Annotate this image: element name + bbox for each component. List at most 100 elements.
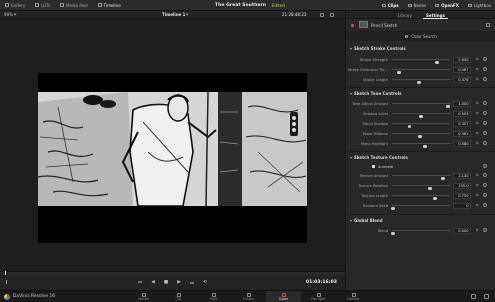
keyframe-icon[interactable] [475,203,479,207]
media-pool-button[interactable]: Media Pool [55,0,93,10]
reset-icon[interactable] [483,121,487,126]
param-slider[interactable] [392,113,450,119]
tab-settings[interactable]: Settings [423,13,448,19]
param-slider[interactable] [392,69,450,75]
page-cut[interactable]: Cut [161,291,196,302]
luts-button[interactable]: LUTs [30,0,55,10]
keyframe-icon[interactable] [475,141,479,145]
slider-handle[interactable] [397,70,401,75]
loop-button[interactable]: ⟲ [203,280,208,285]
section-stroke-controls[interactable]: Sketch Stroke Controls [350,46,406,51]
page-fairlight[interactable]: Fairlight [301,291,336,302]
param-value-field[interactable]: 0.307 [453,120,471,127]
reset-icon[interactable] [483,193,487,198]
stop-button[interactable]: ■ [164,280,169,285]
slider-handle[interactable] [423,144,427,149]
keyframe-icon[interactable] [475,228,479,232]
audio-icon[interactable] [6,280,10,284]
slider-handle[interactable] [407,124,412,129]
page-fusion[interactable]: Fusion [231,291,266,302]
param-slider[interactable] [392,185,450,191]
param-slider[interactable] [392,175,450,181]
reset-icon[interactable] [483,164,487,169]
page-color[interactable]: Color [266,291,301,302]
keyframe-icon[interactable] [475,77,479,81]
param-value-field[interactable]: 1.000 [453,100,471,107]
viewer[interactable] [0,19,345,271]
reset-icon[interactable] [483,111,487,116]
timeline-dropdown[interactable]: Timeline 1 [162,12,189,17]
reset-icon[interactable] [483,228,487,233]
keyframe-icon[interactable] [475,183,479,187]
section-texture-controls[interactable]: Sketch Texture Controls [350,155,408,160]
effect-enable-icon[interactable] [351,23,354,27]
keyframe-icon[interactable] [475,131,479,135]
keyframe-icon[interactable] [475,193,479,197]
param-value-field[interactable]: 0 [453,202,471,209]
reset-icon[interactable] [483,77,487,82]
timeline-button[interactable]: Timeline [93,0,126,10]
keyframe-icon[interactable] [475,67,479,71]
reset-icon[interactable] [483,141,487,146]
viewer-mode-icon[interactable] [330,13,334,17]
reset-icon[interactable] [483,57,487,62]
slider-handle[interactable] [446,104,451,109]
gallery-button[interactable]: Gallery [0,0,30,10]
keyframe-icon[interactable] [475,101,479,105]
section-global-blend[interactable]: Global Blend [350,218,383,223]
param-value-field[interactable]: 2.130 [453,172,471,179]
param-slider[interactable] [391,230,450,236]
param-slider[interactable] [392,103,451,109]
param-value-field[interactable]: 0.476 [453,76,471,83]
param-value-field[interactable]: 0.067 [453,66,471,73]
keyframe-icon[interactable] [475,121,479,125]
color-search-button[interactable]: Color Search [346,31,495,41]
keyframe-icon[interactable] [475,57,479,61]
openfx-button[interactable]: OpenFX [435,3,459,8]
param-slider[interactable] [392,79,450,85]
keyframe-icon[interactable] [475,111,479,115]
viewer-options-icon[interactable] [320,13,324,17]
slider-handle[interactable] [435,60,440,65]
nodes-button[interactable]: Nodes [407,3,426,8]
param-slider[interactable] [392,143,450,149]
home-icon[interactable] [471,294,476,299]
param-value-field[interactable]: 2.640 [453,56,471,63]
slider-handle[interactable] [418,134,422,139]
zoom-dropdown[interactable]: 99% [4,12,17,17]
lightbox-button[interactable]: Lightbox [467,3,491,8]
reset-icon[interactable] [483,183,487,188]
param-value-field[interactable]: 0.000 [453,227,471,234]
slider-handle[interactable] [391,231,395,236]
play-button[interactable]: ▶ [177,280,182,285]
tab-library[interactable]: Library [398,13,412,18]
param-slider[interactable] [392,59,450,65]
param-slider[interactable] [392,133,450,139]
slider-handle[interactable] [433,196,437,201]
slider-handle[interactable] [428,186,433,191]
keyframe-icon[interactable] [475,173,479,177]
param-slider[interactable] [391,205,450,211]
go-to-start-button[interactable]: ⏮ [138,280,143,286]
section-tone-controls[interactable]: Sketch Tone Controls [350,91,401,96]
slider-handle[interactable] [417,80,422,85]
param-value-field[interactable]: 0.580 [453,140,471,147]
trash-icon[interactable] [486,22,490,27]
page-edit[interactable]: Edit [196,291,231,302]
param-value-field[interactable]: 135.0 [453,182,471,189]
reset-icon[interactable] [483,173,487,178]
animate-checkbox[interactable] [372,164,376,168]
param-value-field[interactable]: 0.750 [453,192,471,199]
reset-icon[interactable] [483,67,487,72]
play-reverse-button[interactable]: ◀ [151,280,156,285]
reset-icon[interactable] [483,131,487,136]
param-value-field[interactable]: 0.503 [453,110,471,117]
slider-handle[interactable] [391,206,395,211]
settings-icon[interactable] [484,294,489,299]
param-slider[interactable] [392,195,450,201]
reset-icon[interactable] [483,203,487,208]
page-media[interactable]: Media [126,291,161,302]
slider-handle[interactable] [419,114,423,119]
param-value-field[interactable]: 0.481 [453,130,471,137]
clips-button[interactable]: Clips [381,3,399,8]
